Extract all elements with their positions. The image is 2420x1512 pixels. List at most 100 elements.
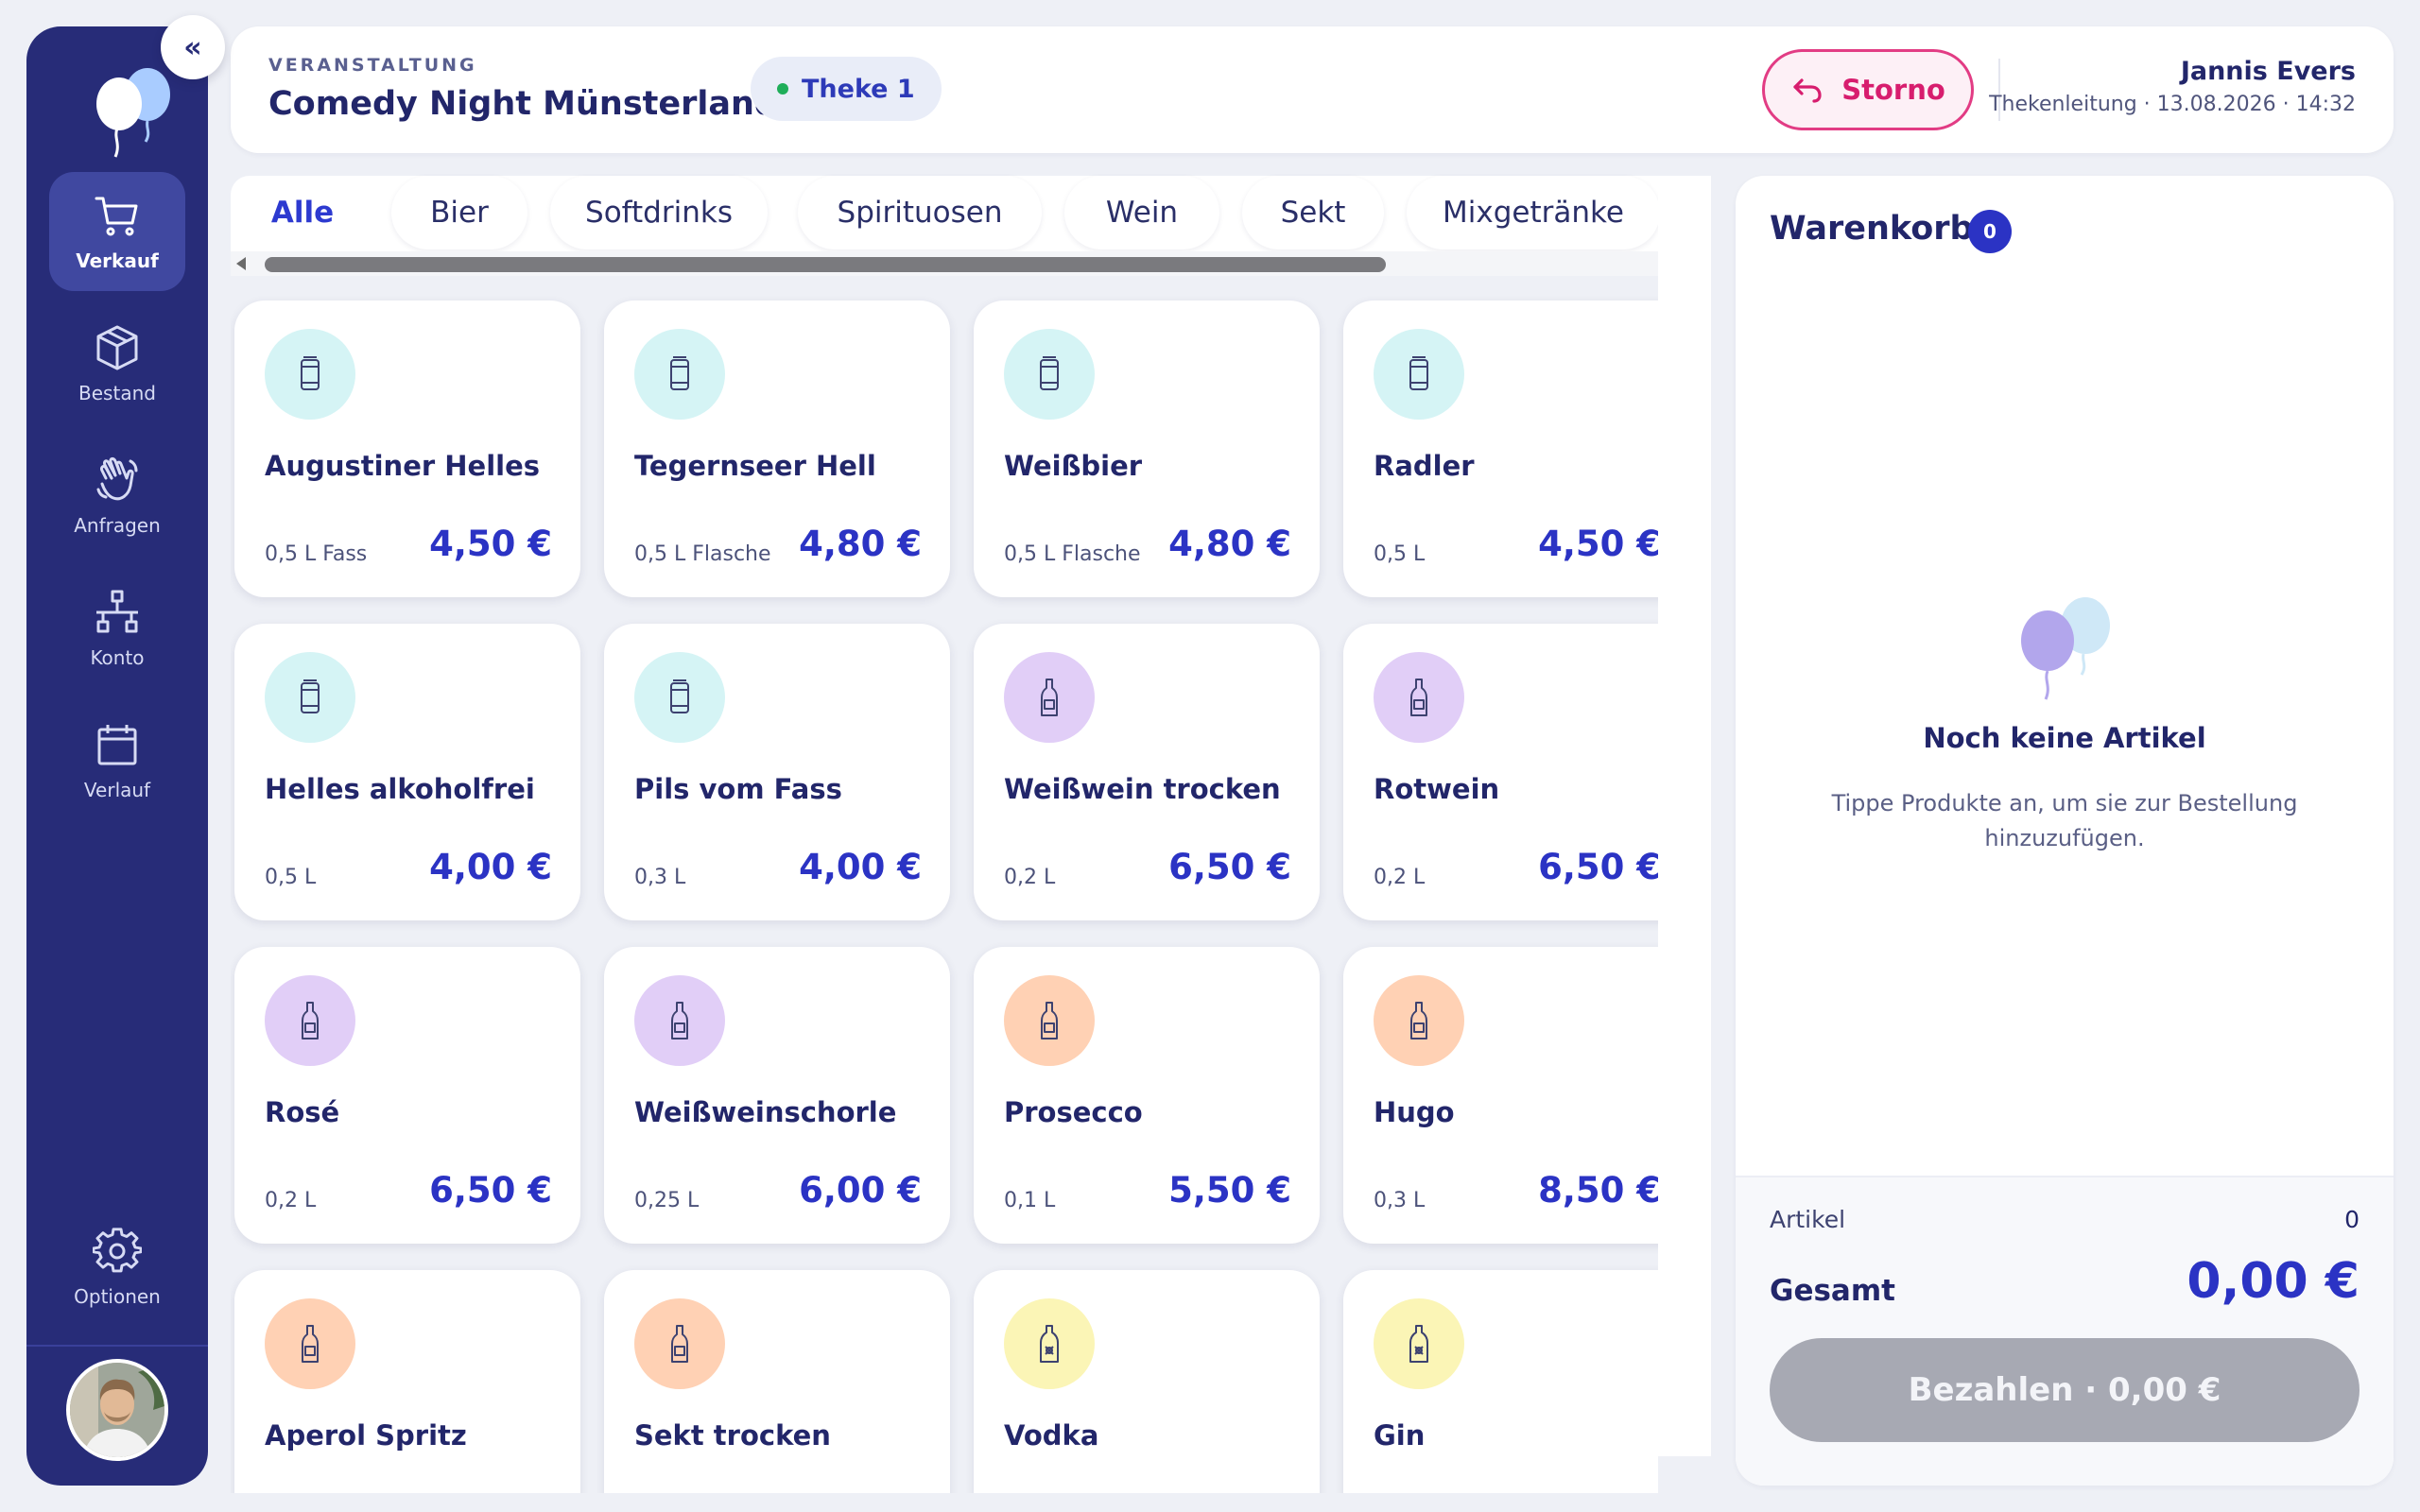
storno-button[interactable]: Storno [1762,49,1974,130]
product-price: 4,00 € [429,847,552,887]
product-card[interactable]: Prosecco 0,1 L 5,50 € [974,947,1320,1244]
product-name: Prosecco [1004,1096,1143,1128]
sidebar-divider [26,1345,208,1347]
product-size: 0,2 L [1374,866,1426,889]
product-name: Aperol Spritz [265,1419,467,1452]
product-card[interactable]: Rotwein 0,2 L 6,50 € [1343,624,1658,920]
articles-label: Artikel [1770,1206,1846,1233]
product-price: 4,80 € [799,524,922,564]
product-size: 0,3 L [634,866,686,889]
bottle-icon [265,975,355,1066]
product-card[interactable]: Helles alkoholfrei 0,5 L 4,00 € [234,624,580,920]
station-badge[interactable]: Theke 1 [751,57,942,121]
nav-label: Anfragen [74,514,161,537]
product-name: Sekt trocken [634,1419,831,1452]
product-card[interactable]: Gin [1343,1270,1658,1493]
product-name: Rotwein [1374,773,1500,805]
cart-icon [95,197,138,236]
bottle-icon [634,1298,725,1389]
nav-verlauf[interactable]: Verlauf [49,701,185,820]
nav-label: Konto [90,646,145,669]
wave-hand-icon [96,457,138,501]
can-icon [265,329,355,420]
tab-wein[interactable]: Wein [1064,176,1219,249]
avatar[interactable] [66,1359,168,1461]
product-price: 6,00 € [799,1170,922,1211]
network-icon [96,590,138,633]
tab-mixgetraenke[interactable]: Mixgetränke [1407,176,1660,249]
product-card[interactable]: Hugo 0,3 L 8,50 € [1343,947,1658,1244]
product-name: Pils vom Fass [634,773,842,805]
product-card[interactable]: Radler 0,5 L 4,50 € [1343,301,1658,597]
product-name: Vodka [1004,1419,1099,1452]
product-price: 5,50 € [1168,1170,1291,1211]
scroll-left-arrow-icon[interactable] [236,257,246,270]
tab-spirituosen[interactable]: Spirituosen [798,176,1042,249]
nav-optionen[interactable]: Optionen [49,1208,185,1327]
user-meta: Thekenleitung · 13.08.2026 · 14:32 [1989,93,2356,116]
cart-count-badge: 0 [1968,210,2012,253]
bottle-icon [1374,975,1464,1066]
product-card[interactable]: Weißweinschorle 0,25 L 6,00 € [604,947,950,1244]
undo-icon [1793,78,1822,103]
nav-konto[interactable]: Konto [49,569,185,688]
product-price: 4,00 € [799,847,922,887]
product-name: Weißbier [1004,450,1143,482]
tab-bier[interactable]: Bier [391,176,527,249]
cart-panel: Warenkorb 0 Noch keine Artikel Tippe Pro… [1736,176,2394,1486]
product-card[interactable]: Sekt trocken [604,1270,950,1493]
product-size: 0,5 L Fass [265,542,368,566]
product-card[interactable]: Tegernseer Hell 0,5 L Flasche 4,80 € [604,301,950,597]
product-price: 4,50 € [1538,524,1658,564]
product-size: 0,3 L [1374,1189,1426,1212]
empty-cart-title: Noch keine Artikel [1923,722,2206,754]
product-name: Helles alkoholfrei [265,773,535,805]
product-size: 0,2 L [1004,866,1056,889]
collapse-sidebar-button[interactable]: « [161,15,225,79]
cart-title: Warenkorb [1770,210,1974,248]
product-grid: Augustiner Helles 0,5 L Fass 4,50 € Tegerns… [231,284,1658,1493]
product-price: 6,50 € [1168,847,1291,887]
scrollbar-thumb[interactable] [265,257,1386,272]
can-icon [1374,329,1464,420]
product-name: Hugo [1374,1096,1455,1128]
product-card[interactable]: Augustiner Helles 0,5 L Fass 4,50 € [234,301,580,597]
product-size: 0,5 L Flasche [1004,542,1141,566]
product-name: Weißweinschorle [634,1096,897,1128]
product-card[interactable]: Pils vom Fass 0,3 L 4,00 € [604,624,950,920]
nav-anfragen[interactable]: Anfragen [49,437,185,556]
gear-icon [93,1228,142,1273]
nav-verkauf[interactable]: Verkauf [49,172,185,291]
product-card[interactable]: Aperol Spritz [234,1270,580,1493]
pay-button[interactable]: Bezahlen · 0,00 € [1770,1338,2360,1442]
empty-cart-text: Tippe Produkte an, um sie zur Bestellung… [1831,790,2298,851]
nav-bestand[interactable]: Bestand [49,304,185,423]
tab-softdrinks[interactable]: Softdrinks [550,176,768,249]
station-label: Theke 1 [802,74,915,104]
product-price: 6,50 € [1538,847,1658,887]
product-card[interactable]: Rosé 0,2 L 6,50 € [234,947,580,1244]
product-price: 6,50 € [429,1170,552,1211]
product-card[interactable]: Vodka [974,1270,1320,1493]
product-name: Weißwein trocken [1004,773,1281,805]
can-icon [1004,329,1095,420]
horizontal-scrollbar[interactable] [231,251,1658,276]
product-name: Gin [1374,1419,1426,1452]
product-card[interactable]: Weißwein trocken 0,2 L 6,50 € [974,624,1320,920]
tab-alle[interactable]: Alle [231,176,374,249]
box-icon [96,325,138,370]
can-icon [634,652,725,743]
category-bar: Alle Bier Softdrinks Spirituosen Wein Se… [231,176,1711,276]
product-price: 4,80 € [1168,524,1291,564]
tab-sekt[interactable]: Sekt [1242,176,1384,249]
total-value: 0,00 € [2187,1253,2360,1310]
balloon-logo-icon [96,68,170,158]
can-icon [265,652,355,743]
bottle-icon [1004,652,1095,743]
storno-label: Storno [1841,74,1945,106]
product-name: Radler [1374,450,1475,482]
bottle-icon [634,975,725,1066]
calendar-icon [97,725,137,765]
user-name: Jannis Evers [2180,57,2356,86]
product-card[interactable]: Weißbier 0,5 L Flasche 4,80 € [974,301,1320,597]
